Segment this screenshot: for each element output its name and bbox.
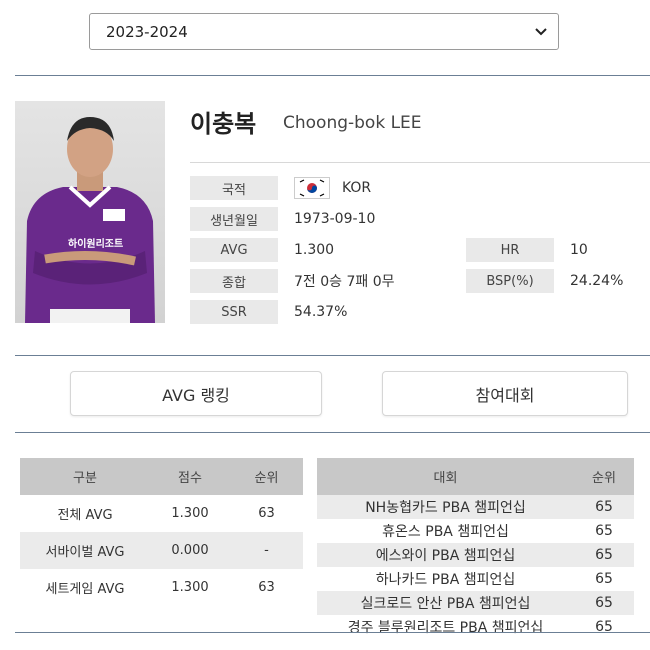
ssr-label: SSR: [190, 300, 278, 324]
avg-ranking-table: 구분 점수 순위 전체 AVG 1.300 63 서바이벌 AVG 0.000 …: [20, 458, 303, 606]
player-name-ko: 이충복: [190, 110, 257, 138]
chevron-down-icon: [535, 28, 547, 36]
player-name-en: Choong-bok LEE: [283, 113, 422, 133]
table-row[interactable]: 하나카드 PBA 챔피언십 65: [317, 567, 634, 591]
season-select-value: 2023-2024: [106, 22, 188, 41]
ssr-value: 54.37%: [294, 304, 348, 320]
tournaments-button[interactable]: 참여대회: [382, 371, 628, 416]
nation-label: 국적: [190, 176, 278, 200]
table-row: 세트게임 AVG 1.300 63: [20, 569, 303, 606]
season-select[interactable]: 2023-2024: [89, 13, 559, 50]
table-row[interactable]: 실크로드 안산 PBA 챔피언십 65: [317, 591, 634, 615]
column-header-rank: 순위: [230, 458, 303, 495]
table-row[interactable]: 에스와이 PBA 챔피언십 65: [317, 543, 634, 567]
cell-tournament: NH농협카드 PBA 챔피언십: [317, 495, 574, 519]
cell-score: 1.300: [171, 506, 209, 521]
record-label: 종합: [190, 269, 278, 293]
cell-tournament: 실크로드 안산 PBA 챔피언십: [317, 591, 574, 615]
cell-score: 1.300: [171, 580, 209, 595]
cell-rank: 65: [574, 543, 634, 567]
table-row: 전체 AVG 1.300 63: [20, 495, 303, 532]
cell-tournament: 하나카드 PBA 챔피언십: [375, 572, 516, 588]
bsp-value: 24.24%: [570, 273, 624, 289]
korea-flag-icon: [294, 177, 330, 199]
divider-bottom: [15, 632, 650, 633]
cell-rank: 65: [595, 523, 613, 539]
hr-label: HR: [466, 238, 554, 262]
avg-ranking-button[interactable]: AVG 랭킹: [70, 371, 322, 416]
cell-category: 세트게임 AVG: [45, 582, 125, 597]
cell-tournament: 휴온스 PBA 챔피언십: [382, 524, 509, 540]
table-header-row: 구분 점수 순위: [20, 458, 303, 495]
table-row[interactable]: 경주 블루원리조트 PBA 챔피언십 65: [317, 615, 634, 639]
player-illustration: [25, 117, 155, 323]
cell-rank: -: [230, 532, 303, 569]
table-header-row: 대회 순위: [317, 458, 634, 495]
cell-rank: 63: [258, 580, 275, 595]
divider-top: [15, 75, 650, 76]
column-header-score: 점수: [150, 458, 230, 495]
cell-rank: 65: [574, 591, 634, 615]
bsp-label: BSP(%): [466, 269, 554, 293]
cell-rank: 65: [595, 571, 613, 587]
hr-value: 10: [570, 242, 588, 258]
cell-tournament: 경주 블루원리조트 PBA 챔피언십: [347, 620, 544, 636]
birth-label: 생년월일: [190, 207, 278, 231]
table-row[interactable]: NH농협카드 PBA 챔피언십 65: [317, 495, 634, 519]
avg-value: 1.300: [294, 242, 335, 258]
cell-score: 0.000: [150, 532, 230, 569]
cell-category: 서바이벌 AVG: [20, 532, 150, 569]
cell-rank: 65: [595, 619, 613, 635]
cell-rank: 63: [258, 506, 275, 521]
column-header-category: 구분: [20, 458, 150, 495]
player-photo: 하이원리조트: [15, 101, 165, 323]
cell-tournament: 에스와이 PBA 챔피언십: [317, 543, 574, 567]
table-row: 서바이벌 AVG 0.000 -: [20, 532, 303, 569]
cell-rank: 65: [574, 495, 634, 519]
record-value: 7전 0승 7패 0무: [294, 274, 395, 290]
jersey-sponsor-text: 하이원리조트: [68, 239, 124, 250]
cell-category: 전체 AVG: [57, 508, 113, 523]
nation-value: KOR: [342, 180, 372, 196]
column-header-rank: 순위: [574, 458, 634, 495]
avg-label: AVG: [190, 238, 278, 262]
name-divider: [190, 162, 650, 163]
birth-value: 1973-09-10: [294, 211, 376, 227]
table-row[interactable]: 휴온스 PBA 챔피언십 65: [317, 519, 634, 543]
divider-lower: [15, 432, 650, 433]
column-header-tournament: 대회: [317, 458, 574, 495]
nation-value-wrap: KOR: [294, 176, 371, 200]
divider-middle: [15, 355, 650, 356]
tournaments-table: 대회 순위 NH농협카드 PBA 챔피언십 65 휴온스 PBA 챔피언십 65…: [317, 458, 634, 639]
